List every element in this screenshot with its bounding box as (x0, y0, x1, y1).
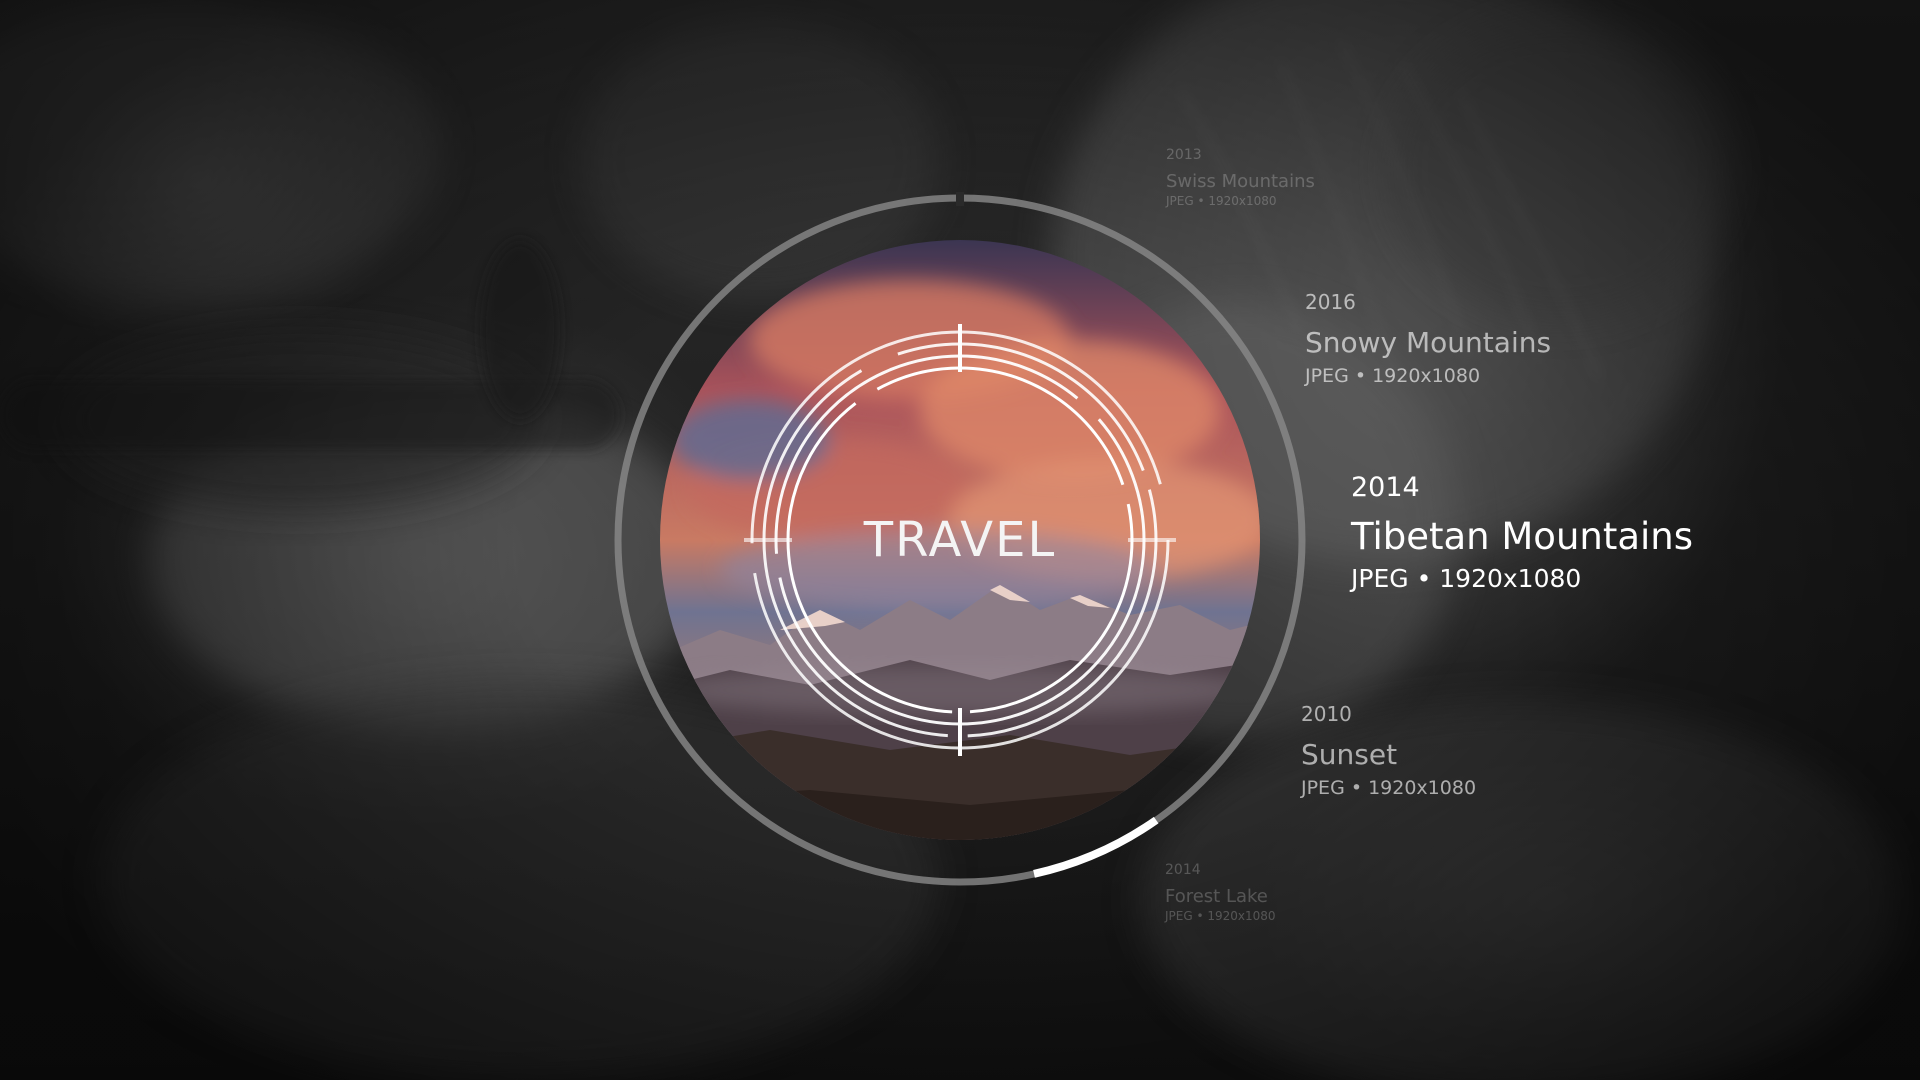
selection-progress-arc (1033, 816, 1159, 878)
gallery-item-name: Tibetan Mountains (1351, 515, 1694, 558)
gallery-item-meta: JPEG • 1920x1080 (1305, 365, 1481, 387)
gallery-item-year: 2014 (1165, 862, 1201, 878)
gallery-item-tibetan-mountains[interactable]: 2014 Tibetan Mountains JPEG • 1920x1080 (1351, 472, 1693, 593)
gallery-item-sunset[interactable]: 2010 Sunset JPEG • 1920x1080 (1301, 702, 1476, 799)
gallery-item-year: 2013 (1166, 147, 1202, 163)
gallery-item-year: 2014 (1351, 472, 1420, 503)
gallery-item-name: Sunset (1301, 738, 1398, 771)
gallery-item-swiss-mountains[interactable]: 2013 Swiss Mountains JPEG • 1920x1080 (1166, 147, 1315, 208)
gallery-item-name: Forest Lake (1165, 886, 1268, 907)
gallery-item-name: Swiss Mountains (1166, 171, 1315, 192)
gallery-item-meta: JPEG • 1920x1080 (1301, 777, 1477, 799)
gallery-item-year: 2010 (1301, 702, 1352, 726)
category-title[interactable]: TRAVEL (610, 512, 1310, 568)
category-wheel[interactable]: TRAVEL (610, 190, 1310, 890)
gallery-item-meta: JPEG • 1920x1080 (1166, 194, 1277, 208)
gallery-screen: TRAVEL 2013 Swiss Mountains JPEG • 1920x… (0, 0, 1920, 1080)
gallery-item-name: Snowy Mountains (1305, 326, 1552, 359)
gallery-item-year: 2016 (1305, 290, 1356, 314)
gallery-item-meta: JPEG • 1920x1080 (1165, 909, 1276, 923)
gallery-item-meta: JPEG • 1920x1080 (1351, 564, 1582, 593)
gallery-item-snowy-mountains[interactable]: 2016 Snowy Mountains JPEG • 1920x1080 (1305, 290, 1551, 387)
gallery-item-forest-lake[interactable]: 2014 Forest Lake JPEG • 1920x1080 (1165, 862, 1276, 923)
